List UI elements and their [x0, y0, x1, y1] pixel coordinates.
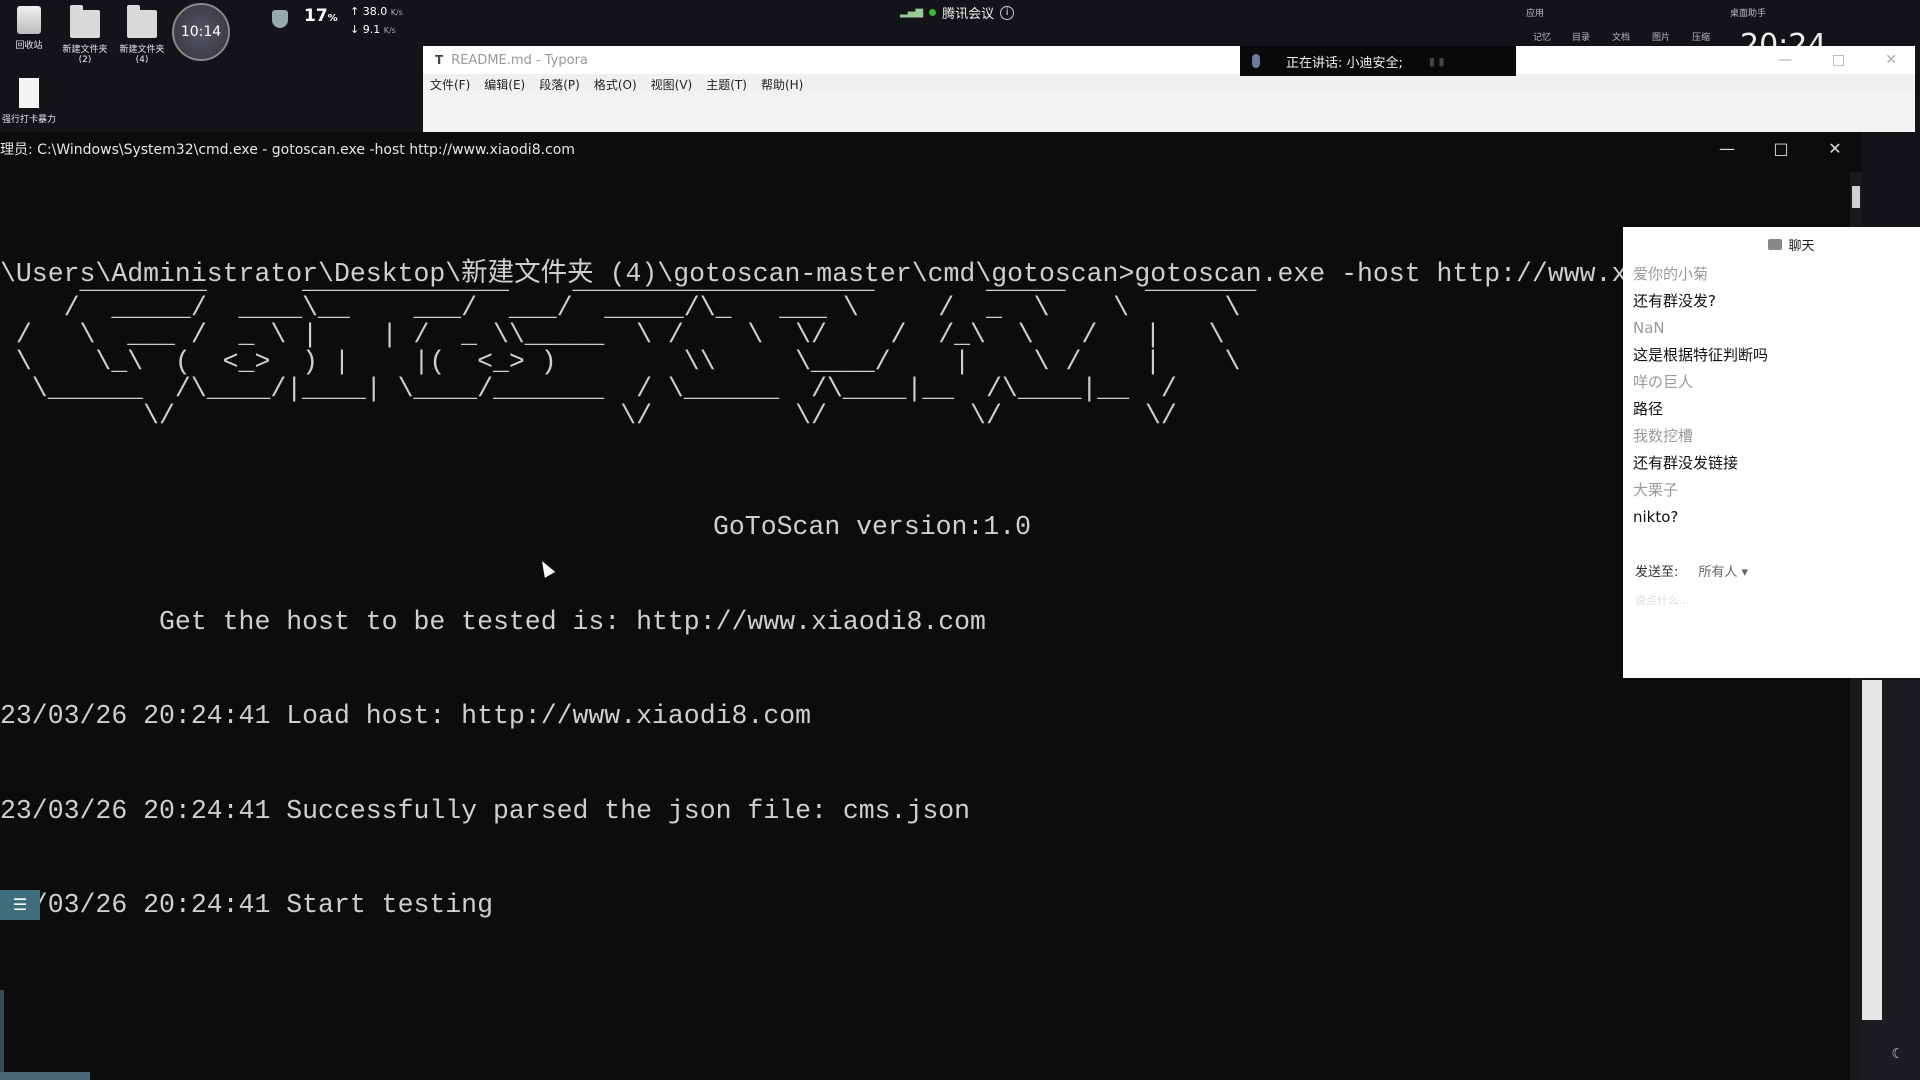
- chat-header: 聊天: [1623, 227, 1920, 261]
- tray-label-apps[interactable]: 应用: [1526, 6, 1544, 19]
- chat-message: nikto?: [1633, 508, 1679, 526]
- chat-title: 聊天: [1788, 238, 1815, 254]
- chat-message: 这是根据特征判断吗: [1633, 346, 1769, 364]
- cmd-scrollbar-thumb[interactable]: [1852, 186, 1860, 208]
- chat-send-target: 发送至: 所有人 ▾: [1623, 561, 1920, 580]
- chat-icon: [1768, 238, 1783, 250]
- chat-sender: 我数挖槽: [1633, 427, 1694, 445]
- log-line: 23/03/26 20:24:41 Load host: http://www.…: [0, 701, 812, 731]
- chat-panel[interactable]: 聊天 爱你的小菊 还有群没发? NaN 这是根据特征判断吗 咩の巨人 路径 我数…: [1623, 227, 1920, 678]
- maximize-icon[interactable]: □: [1832, 52, 1845, 68]
- typora-window[interactable]: T README.md - Typora — □ ✕ 文件(F) 编辑(E) 段…: [423, 46, 1915, 132]
- right-edge-panel: ☾: [1862, 680, 1920, 1080]
- tray-item[interactable]: 文档: [1612, 30, 1630, 43]
- chat-message: 还有群没发?: [1633, 292, 1716, 310]
- desktop-icon-folder-4[interactable]: 新建文件夹 (4): [113, 5, 171, 65]
- audio-wave-icon: ▮ ▮: [1428, 54, 1445, 68]
- version-line: GoToScan version:1.0: [713, 512, 1032, 542]
- tray-item[interactable]: 压缩: [1692, 30, 1710, 43]
- chat-messages: 爱你的小菊 还有群没发? NaN 这是根据特征判断吗 咩の巨人 路径 我数挖槽 …: [1623, 261, 1920, 531]
- typora-title: README.md - Typora: [451, 52, 588, 68]
- minimize-icon[interactable]: —: [1778, 52, 1792, 68]
- cmd-window-controls: — □ ✕: [1718, 139, 1844, 158]
- menu-theme[interactable]: 主题(T): [706, 76, 747, 93]
- send-target-dropdown[interactable]: 所有人 ▾: [1698, 561, 1748, 580]
- meeting-title: 腾讯会议: [942, 7, 995, 22]
- chat-message: 还有群没发链接: [1633, 454, 1739, 472]
- taskbar-strip: [0, 1072, 90, 1080]
- chat-sender: 爱你的小菊: [1633, 265, 1709, 283]
- menu-file[interactable]: 文件(F): [430, 76, 470, 93]
- desktop-icon-recycle-bin[interactable]: 回收站: [0, 6, 58, 51]
- cmd-title: 理员: C:\Windows\System32\cmd.exe - gotosc…: [0, 142, 575, 158]
- terminal-log: GoToScan version:1.0 Get the host to be …: [0, 449, 1031, 953]
- menu-view[interactable]: 视图(V): [651, 76, 693, 93]
- chat-sender: 咩の巨人: [1633, 373, 1694, 391]
- maximize-icon[interactable]: □: [1772, 139, 1790, 158]
- document-icon: [19, 78, 39, 108]
- shield-icon[interactable]: [272, 10, 288, 28]
- network-speed: ↑ 38.0 K/s ↓ 9.1 K/s: [350, 5, 403, 36]
- side-menu-button[interactable]: ☰: [0, 890, 40, 920]
- status-dot: [929, 9, 937, 16]
- menu-help[interactable]: 帮助(H): [761, 76, 803, 93]
- menu-edit[interactable]: 编辑(E): [484, 76, 525, 93]
- desktop-icon-folder-2[interactable]: 新建文件夹 (2): [56, 5, 114, 65]
- log-line: 23/03/26 20:24:41 Successfully parsed th…: [0, 795, 971, 826]
- typora-titlebar[interactable]: T README.md - Typora: [423, 46, 1915, 74]
- cpu-usage: 17%: [304, 6, 338, 26]
- typora-menubar: 文件(F) 编辑(E) 段落(P) 格式(O) 视图(V) 主题(T) 帮助(H…: [423, 74, 1915, 94]
- tray-item[interactable]: 目录: [1572, 30, 1590, 43]
- typora-window-controls: — □ ✕: [1778, 52, 1897, 68]
- ascii-banner: ________ _____________ _________________…: [15, 266, 1257, 431]
- clock-widget: 10:14: [172, 3, 230, 61]
- tray-item[interactable]: 图片: [1652, 30, 1670, 43]
- chat-sender: 大栗子: [1633, 481, 1679, 499]
- folder-icon: [127, 5, 157, 38]
- left-edge-bar: [0, 990, 4, 1080]
- speaking-indicator: 正在讲话: 小迪安全; ▮ ▮: [1240, 46, 1516, 76]
- recycle-bin-icon: [17, 6, 41, 34]
- log-line: 23/03/26 20:24:41 Start testing: [0, 890, 493, 920]
- tray-item[interactable]: 记忆: [1533, 30, 1551, 43]
- cmd-titlebar[interactable]: 理员: C:\Windows\System32\cmd.exe - gotosc…: [0, 132, 1862, 166]
- menu-paragraph[interactable]: 段落(P): [539, 76, 580, 93]
- right-scrollbar[interactable]: [1862, 680, 1882, 1020]
- microphone-icon: [1252, 54, 1260, 68]
- signal-icon: ▂▄▆: [900, 7, 924, 18]
- info-icon[interactable]: i: [1000, 5, 1015, 20]
- chat-input[interactable]: 说点什么...: [1623, 592, 1920, 608]
- chat-message: 路径: [1633, 400, 1664, 418]
- desktop-clock: 20:24: [1740, 28, 1827, 48]
- close-icon[interactable]: ✕: [1885, 52, 1897, 68]
- minimize-icon[interactable]: —: [1718, 139, 1736, 158]
- desktop-icon-doc[interactable]: 强行打卡暴力: [0, 78, 58, 125]
- menu-format[interactable]: 格式(O): [594, 76, 637, 93]
- log-line: Get the host to be tested is: http://www…: [0, 606, 986, 637]
- folder-icon: [70, 5, 100, 38]
- moon-icon[interactable]: ☾: [1891, 1046, 1904, 1062]
- meeting-indicator[interactable]: ▂▄▆ 腾讯会议 i: [900, 3, 1015, 22]
- typora-icon: T: [435, 53, 444, 67]
- tray-label-assistant[interactable]: 桌面助手: [1730, 6, 1766, 19]
- chat-sender: NaN: [1633, 319, 1665, 337]
- close-icon[interactable]: ✕: [1826, 139, 1844, 158]
